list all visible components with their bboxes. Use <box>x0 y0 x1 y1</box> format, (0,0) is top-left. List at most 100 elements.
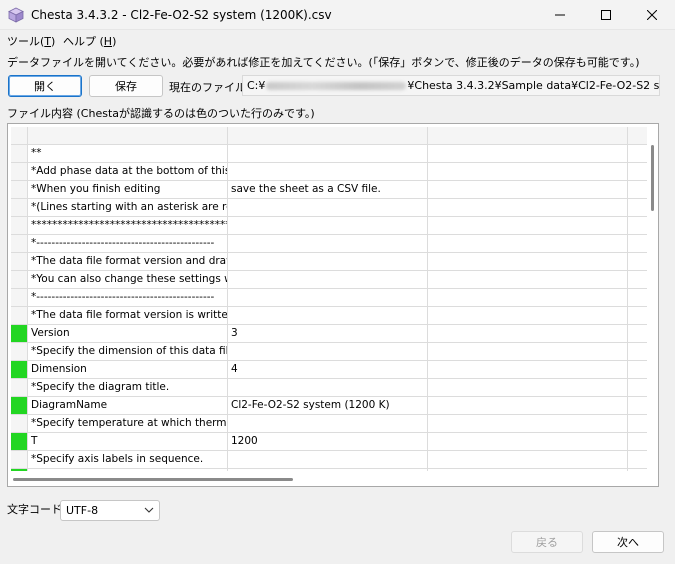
row-header[interactable] <box>11 253 28 271</box>
table-cell[interactable] <box>428 379 628 397</box>
table-cell[interactable] <box>428 361 628 379</box>
menu-tools[interactable]: ツール(T) <box>7 33 55 49</box>
grid-column-header[interactable] <box>28 127 228 145</box>
table-cell[interactable]: 1200 <box>228 433 428 451</box>
table-cell[interactable] <box>428 397 628 415</box>
row-header[interactable] <box>11 289 28 307</box>
row-header-recognized[interactable] <box>11 397 28 415</box>
table-cell[interactable] <box>628 433 647 451</box>
save-button[interactable]: 保存 <box>89 75 163 97</box>
table-cell[interactable] <box>228 307 428 325</box>
table-cell[interactable] <box>628 307 647 325</box>
row-header[interactable] <box>11 415 28 433</box>
table-cell[interactable] <box>428 469 628 471</box>
table-cell[interactable] <box>28 469 228 471</box>
close-button[interactable] <box>629 0 675 30</box>
table-cell[interactable]: *---------------------------------------… <box>28 289 228 307</box>
back-button[interactable]: 戻る <box>511 531 583 553</box>
grid-column-header[interactable] <box>228 127 428 145</box>
table-cell[interactable] <box>428 451 628 469</box>
table-cell[interactable] <box>628 343 647 361</box>
table-cell[interactable] <box>428 217 628 235</box>
table-cell[interactable]: *(Lines starting with an asterisk are re… <box>28 199 228 217</box>
table-cell[interactable]: Version <box>28 325 228 343</box>
table-cell[interactable] <box>428 163 628 181</box>
grid-column-header[interactable] <box>628 127 647 145</box>
row-header-recognized[interactable] <box>11 361 28 379</box>
row-header[interactable] <box>11 235 28 253</box>
table-cell[interactable] <box>228 217 428 235</box>
table-cell[interactable] <box>628 235 647 253</box>
table-cell[interactable] <box>228 235 428 253</box>
table-cell[interactable] <box>428 181 628 199</box>
table-cell[interactable] <box>628 163 647 181</box>
table-cell[interactable] <box>628 325 647 343</box>
table-cell[interactable] <box>628 271 647 289</box>
row-header[interactable] <box>11 271 28 289</box>
table-cell[interactable] <box>228 253 428 271</box>
table-cell[interactable]: 3 <box>228 325 428 343</box>
table-cell[interactable] <box>628 217 647 235</box>
table-cell[interactable] <box>628 253 647 271</box>
table-cell[interactable]: ************************************** <box>28 217 228 235</box>
table-cell[interactable]: *When you finish editing <box>28 181 228 199</box>
vertical-scrollbar[interactable] <box>648 127 658 471</box>
table-cell[interactable] <box>428 199 628 217</box>
table-cell[interactable] <box>628 397 647 415</box>
table-cell[interactable]: *Specify the dimension of this data file… <box>28 343 228 361</box>
table-cell[interactable]: Cl2-Fe-O2-S2 system (1200 K) <box>228 397 428 415</box>
table-cell[interactable] <box>628 469 647 471</box>
table-cell[interactable] <box>628 199 647 217</box>
minimize-button[interactable] <box>537 0 583 30</box>
horizontal-scrollbar[interactable] <box>11 474 647 484</box>
table-cell[interactable] <box>228 271 428 289</box>
table-cell[interactable]: *You can also change these settings whe <box>28 271 228 289</box>
table-cell[interactable] <box>428 235 628 253</box>
table-cell[interactable] <box>428 307 628 325</box>
table-cell[interactable] <box>428 343 628 361</box>
table-cell[interactable]: *Specify the diagram title. <box>28 379 228 397</box>
table-cell[interactable] <box>428 433 628 451</box>
table-cell[interactable] <box>228 163 428 181</box>
row-header[interactable] <box>11 379 28 397</box>
table-cell[interactable]: ** <box>28 145 228 163</box>
table-cell[interactable]: *Specify temperature at which thermody <box>28 415 228 433</box>
table-cell[interactable] <box>428 325 628 343</box>
table-cell[interactable]: DiagramName <box>28 397 228 415</box>
table-cell[interactable] <box>628 361 647 379</box>
table-cell[interactable] <box>228 145 428 163</box>
row-header[interactable] <box>11 145 28 163</box>
table-cell[interactable]: *The data file format version and drawin <box>28 253 228 271</box>
row-header-recognized[interactable] <box>11 469 28 471</box>
row-header-recognized[interactable] <box>11 433 28 451</box>
table-cell[interactable] <box>428 145 628 163</box>
menu-help[interactable]: ヘルプ (H) <box>63 33 116 49</box>
table-cell[interactable] <box>228 469 428 471</box>
table-cell[interactable]: *Specify axis labels in sequence. <box>28 451 228 469</box>
table-cell[interactable]: 4 <box>228 361 428 379</box>
table-cell[interactable] <box>428 289 628 307</box>
row-header[interactable] <box>11 343 28 361</box>
table-cell[interactable] <box>428 271 628 289</box>
next-button[interactable]: 次へ <box>592 531 664 553</box>
table-cell[interactable]: Dimension <box>28 361 228 379</box>
table-cell[interactable] <box>628 451 647 469</box>
row-header[interactable] <box>11 199 28 217</box>
table-cell[interactable] <box>228 289 428 307</box>
table-cell[interactable]: *The data file format version is written… <box>28 307 228 325</box>
table-cell[interactable]: *Add phase data at the bottom of this sh <box>28 163 228 181</box>
vertical-scroll-thumb[interactable] <box>651 145 654 211</box>
table-cell[interactable] <box>628 145 647 163</box>
table-cell[interactable]: T <box>28 433 228 451</box>
table-cell[interactable] <box>628 379 647 397</box>
table-cell[interactable] <box>228 343 428 361</box>
row-header[interactable] <box>11 307 28 325</box>
row-header[interactable] <box>11 217 28 235</box>
table-cell[interactable] <box>228 415 428 433</box>
maximize-button[interactable] <box>583 0 629 30</box>
open-button[interactable]: 開く <box>8 75 82 97</box>
row-header[interactable] <box>11 163 28 181</box>
table-cell[interactable] <box>228 199 428 217</box>
encoding-select[interactable]: UTF-8 <box>60 500 160 521</box>
horizontal-scroll-thumb[interactable] <box>13 478 293 481</box>
